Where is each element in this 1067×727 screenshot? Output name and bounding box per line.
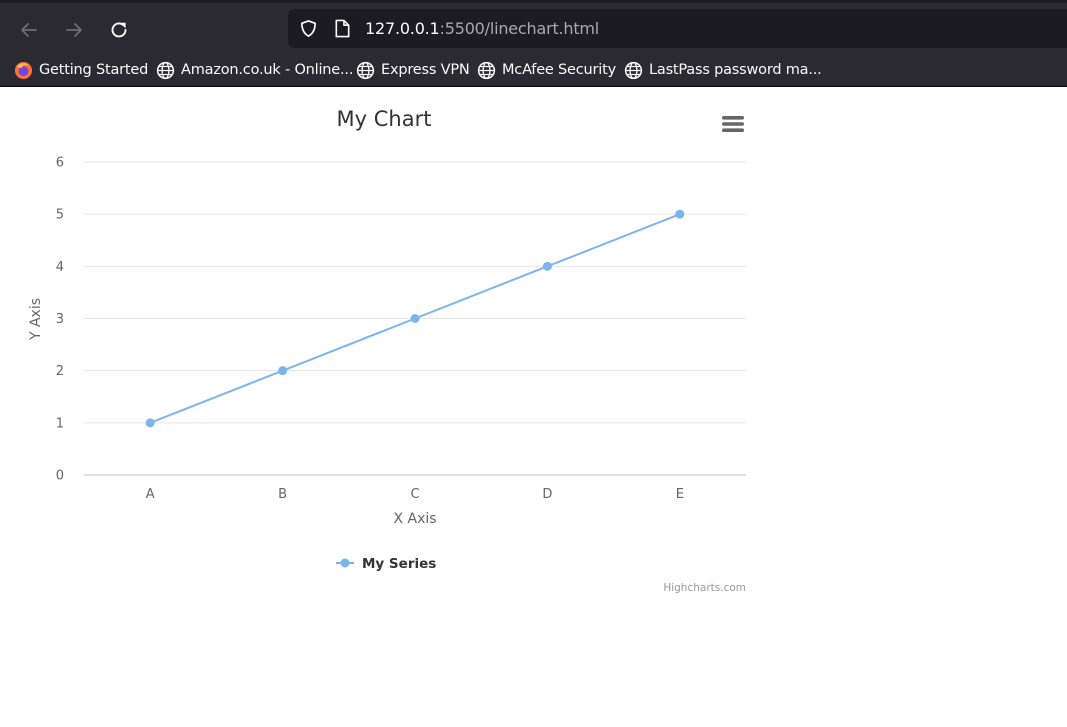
browser-toolbar: 127.0.0.1:5500/linechart.html [0, 0, 1067, 53]
bookmark-label: Getting Started [39, 62, 149, 78]
x-tick-label: E [676, 487, 684, 502]
x-axis-title: X Axis [393, 511, 436, 527]
y-axis-title: Y Axis [28, 298, 44, 341]
bookmark-mcafee[interactable]: McAfee Security [477, 60, 616, 80]
legend-item[interactable]: My Series [336, 556, 436, 572]
firefox-icon [14, 61, 33, 79]
legend-marker [340, 558, 350, 568]
url-bar[interactable]: 127.0.0.1:5500/linechart.html [288, 9, 1067, 48]
credits-link[interactable]: Highcharts.com [663, 582, 746, 594]
url-path: :5500/linechart.html [439, 19, 600, 38]
legend-label: My Series [362, 556, 436, 572]
globe-icon [356, 61, 375, 79]
y-tick-labels: 0 1 2 3 4 5 6 [56, 156, 64, 484]
page-icon [335, 19, 350, 38]
y-tick-label: 2 [56, 364, 64, 379]
arrow-left-icon [21, 23, 37, 37]
bookmark-label: Express VPN [381, 62, 470, 78]
y-tick-label: 3 [56, 312, 64, 327]
reload-icon [111, 22, 127, 38]
url-text[interactable]: 127.0.0.1:5500/linechart.html [365, 19, 599, 38]
bookmark-label: Amazon.co.uk - Online... [181, 62, 354, 78]
data-point[interactable] [145, 418, 155, 428]
bookmark-lastpass[interactable]: LastPass password ma... [624, 60, 822, 80]
bookmark-label: McAfee Security [502, 62, 616, 78]
reload-button[interactable] [105, 16, 133, 44]
y-tick-label: 5 [56, 208, 64, 223]
bookmark-express-vpn[interactable]: Express VPN [356, 60, 470, 80]
data-point[interactable] [675, 209, 685, 219]
y-tick-label: 4 [56, 260, 64, 275]
line-chart: 0 1 2 3 4 5 6 A B C D E My Chart X Axis Y Axis My … [28, 107, 747, 594]
y-tick-label: 6 [56, 156, 64, 171]
globe-icon [477, 61, 496, 79]
shield-icon[interactable] [299, 19, 318, 38]
chart-container: 0 1 2 3 4 5 6 A B C D E My Chart X Axis Y Axis My … [0, 87, 1067, 727]
bookmark-label: LastPass password ma... [649, 62, 822, 78]
grid-lines [84, 161, 746, 424]
y-tick-label: 1 [56, 416, 64, 431]
bookmark-getting-started[interactable]: Getting Started [14, 60, 148, 80]
forward-button[interactable] [60, 16, 88, 44]
x-tick-label: A [146, 487, 155, 502]
x-tick-label: D [542, 487, 552, 502]
hamburger-menu-icon[interactable] [719, 114, 747, 136]
url-host: 127.0.0.1 [365, 19, 440, 38]
data-point[interactable] [410, 314, 420, 323]
bookmarks-bar: Getting Started Amazon.co.uk - Online...… [0, 53, 1067, 87]
globe-icon [624, 61, 643, 79]
back-button[interactable] [15, 16, 43, 44]
globe-icon [156, 61, 175, 79]
x-tick-label: B [278, 487, 287, 502]
x-tick-labels: A B C D E [146, 487, 684, 502]
x-tick-label: C [410, 487, 419, 502]
bookmark-amazon[interactable]: Amazon.co.uk - Online... [156, 60, 353, 80]
data-point[interactable] [278, 366, 288, 376]
data-point[interactable] [542, 261, 552, 271]
y-tick-label: 0 [56, 469, 64, 484]
arrow-right-icon [66, 23, 82, 37]
chart-title: My Chart [337, 107, 432, 131]
